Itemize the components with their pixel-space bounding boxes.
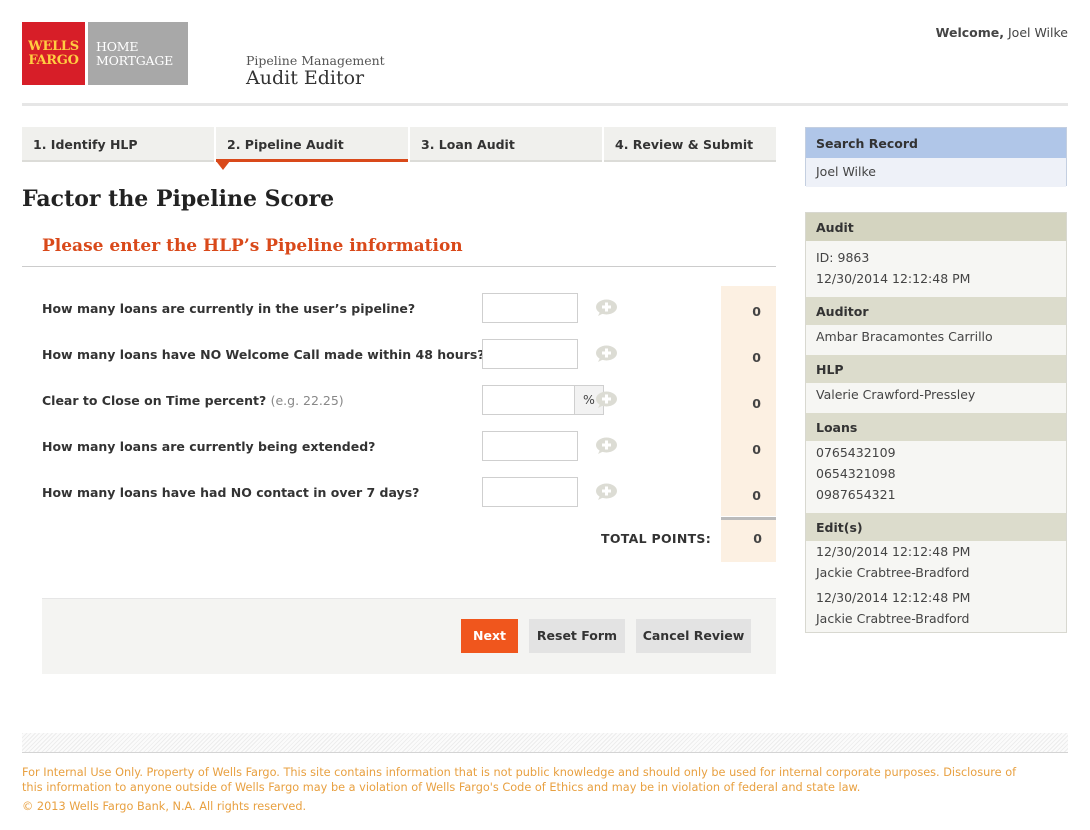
wizard-tabs: 1. Identify HLP 2. Pipeline Audit 3. Loa… — [22, 127, 776, 170]
edit-date: 12/30/2014 12:12:48 PM — [816, 590, 971, 605]
plus-bubble-icon[interactable] — [595, 345, 618, 363]
tab-loan-audit[interactable]: 3. Loan Audit — [410, 127, 602, 162]
hlp-heading: HLP — [806, 355, 1066, 383]
question-row-extended-loans: How many loans are currently being exten… — [42, 431, 776, 461]
pipeline-loans-input[interactable] — [482, 293, 578, 323]
tab-review-submit[interactable]: 4. Review & Submit — [604, 127, 776, 162]
form-button-bar: Next Reset Form Cancel Review — [42, 598, 776, 674]
welcome-label: Welcome, — [935, 25, 1005, 40]
app-title: Audit Editor — [246, 67, 365, 89]
question-score: 0 — [752, 488, 761, 503]
loans-heading: Loans — [806, 413, 1066, 441]
audit-summary-panel: Audit ID: 9863 12/30/2014 12:12:48 PM Au… — [805, 212, 1067, 633]
reset-form-button[interactable]: Reset Form — [529, 619, 625, 653]
hlp-name: Valerie Crawford-Pressley — [816, 387, 976, 402]
disclaimer-line: this information to anyone outside of We… — [22, 780, 861, 794]
welcome-user: Joel Wilke — [1008, 25, 1068, 40]
loan-number: 0765432109 — [816, 445, 896, 460]
tab-label: 3. Loan Audit — [421, 137, 515, 152]
extended-loans-input[interactable] — [482, 431, 578, 461]
question-row-welcome-call: How many loans have NO Welcome Call made… — [42, 339, 776, 369]
no-contact-input[interactable] — [482, 477, 578, 507]
total-points-label: TOTAL POINTS: — [601, 531, 712, 546]
tab-identify-hlp[interactable]: 1. Identify HLP — [22, 127, 214, 162]
logo-line-home: HOME — [96, 39, 139, 54]
page-title: Factor the Pipeline Score — [22, 186, 335, 212]
total-points-value: 0 — [753, 531, 762, 546]
audit-id: ID: 9863 — [816, 250, 870, 265]
plus-bubble-icon[interactable] — [595, 299, 618, 317]
edit-name: Jackie Crabtree-Bradford — [816, 611, 970, 626]
active-tab-caret-icon — [216, 161, 230, 170]
plus-bubble-icon[interactable] — [595, 437, 618, 455]
tab-label: 1. Identify HLP — [33, 137, 138, 152]
search-record-heading: Search Record — [806, 128, 1066, 158]
tab-label: 2. Pipeline Audit — [227, 137, 344, 152]
question-label: How many loans are currently being exten… — [42, 439, 376, 454]
edits-heading: Edit(s) — [806, 513, 1066, 541]
disclaimer-line: For Internal Use Only. Property of Wells… — [22, 766, 1017, 779]
footer-divider — [22, 733, 1068, 753]
footer-disclaimer: For Internal Use Only. Property of Wells… — [22, 766, 1068, 795]
tab-label: 4. Review & Submit — [615, 137, 754, 152]
question-text: Clear to Close on Time percent? — [42, 393, 267, 408]
home-mortgage-logo: HOME MORTGAGE — [88, 22, 188, 85]
question-score: 0 — [752, 396, 761, 411]
clear-to-close-field[interactable]: % — [482, 385, 604, 415]
logo-line-wells: WELLS — [28, 39, 79, 54]
question-label: How many loans are currently in the user… — [42, 301, 416, 316]
next-button[interactable]: Next — [461, 619, 518, 653]
plus-bubble-icon[interactable] — [595, 391, 618, 409]
auditor-name: Ambar Bracamontes Carrillo — [816, 329, 993, 344]
question-hint: (e.g. 22.25) — [270, 393, 344, 408]
section-heading: Please enter the HLP’s Pipeline informat… — [42, 236, 463, 256]
question-label: How many loans have had NO contact in ov… — [42, 485, 420, 500]
logo-line-mortgage: MORTGAGE — [96, 53, 174, 68]
header-divider — [22, 103, 1068, 106]
footer-copyright: © 2013 Wells Fargo Bank, N.A. All rights… — [22, 800, 307, 813]
search-record-value[interactable]: Joel Wilke — [806, 158, 1066, 187]
question-row-pipeline-loans: How many loans are currently in the user… — [42, 293, 776, 323]
plus-bubble-icon[interactable] — [595, 483, 618, 501]
cancel-review-button[interactable]: Cancel Review — [636, 619, 751, 653]
question-label: How many loans have NO Welcome Call made… — [42, 347, 485, 362]
question-score: 0 — [752, 442, 761, 457]
question-row-clear-to-close: Clear to Close on Time percent? (e.g. 22… — [42, 385, 776, 415]
question-score: 0 — [752, 304, 761, 319]
welcome-message: Welcome, Joel Wilke — [936, 25, 1068, 40]
loan-number: 0987654321 — [816, 487, 896, 502]
auditor-heading: Auditor — [806, 297, 1066, 325]
section-divider — [22, 266, 776, 267]
no-welcome-call-input[interactable] — [482, 339, 578, 369]
edit-date: 12/30/2014 12:12:48 PM — [816, 544, 971, 559]
tab-pipeline-audit[interactable]: 2. Pipeline Audit — [216, 127, 408, 170]
edit-name: Jackie Crabtree-Bradford — [816, 565, 970, 580]
app-subtitle: Pipeline Management — [246, 53, 385, 68]
audit-heading: Audit — [806, 213, 1066, 241]
logo-line-fargo: FARGO — [28, 53, 79, 68]
audit-date: 12/30/2014 12:12:48 PM — [816, 271, 971, 286]
search-record-panel: Search Record Joel Wilke — [805, 127, 1067, 187]
wells-fargo-logo: WELLS FARGO — [22, 22, 85, 85]
question-label: Clear to Close on Time percent? (e.g. 22… — [42, 393, 344, 408]
loan-number: 0654321098 — [816, 466, 896, 481]
question-score: 0 — [752, 350, 761, 365]
question-row-no-contact: How many loans have had NO contact in ov… — [42, 477, 776, 507]
